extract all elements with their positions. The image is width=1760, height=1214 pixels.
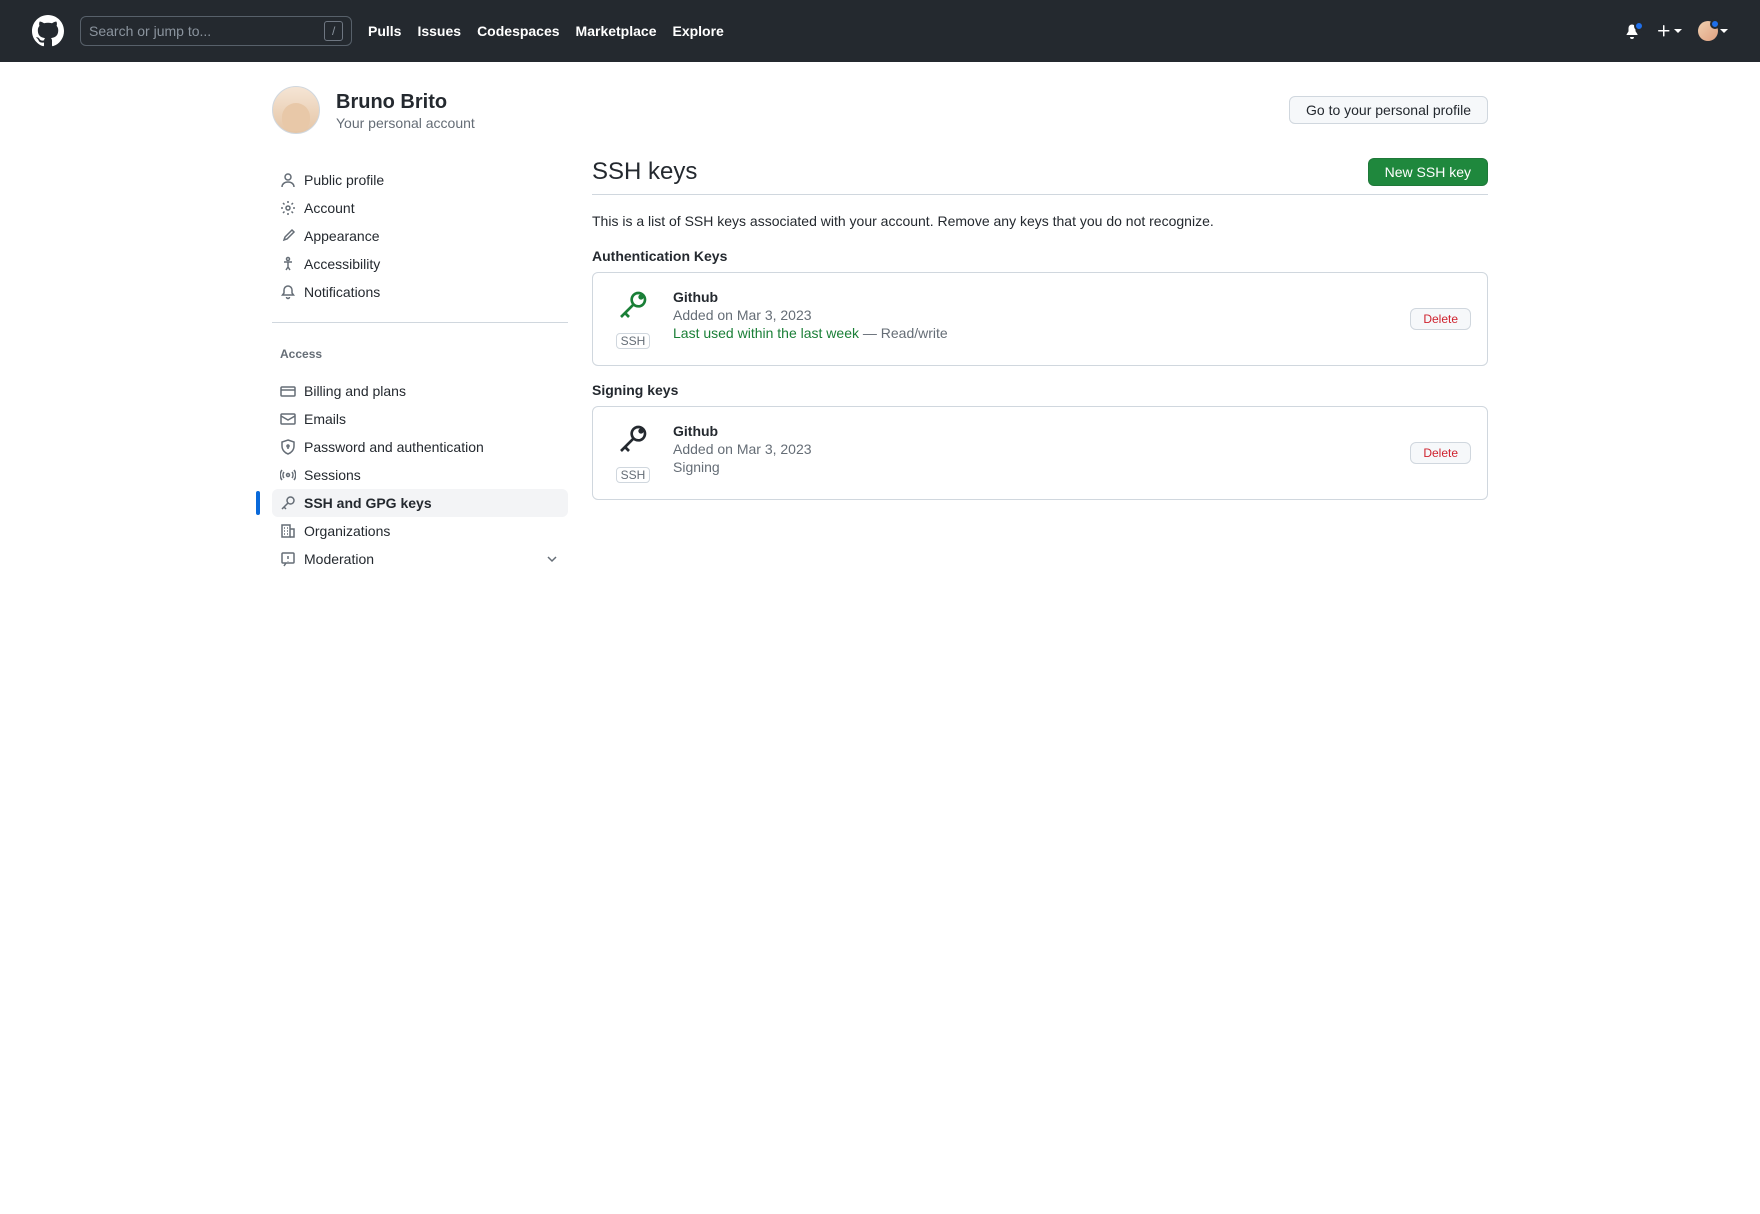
sidebar-item-password[interactable]: Password and authentication — [272, 433, 568, 461]
github-logo-icon[interactable] — [32, 15, 64, 47]
profile-avatar[interactable] — [272, 86, 320, 134]
search-slash-hint: / — [324, 21, 343, 41]
sidebar-item-label: Moderation — [304, 551, 374, 567]
notifications-button[interactable] — [1624, 23, 1640, 39]
organization-icon — [280, 523, 296, 539]
create-menu[interactable] — [1656, 23, 1682, 39]
sidebar-heading-access: Access — [272, 331, 568, 369]
settings-sidebar: Public profile Account Appearance Access… — [272, 158, 568, 581]
gear-icon — [280, 200, 296, 216]
nav-explore[interactable]: Explore — [672, 23, 723, 39]
search-input[interactable] — [89, 23, 324, 39]
key-name: Github — [673, 289, 1394, 305]
sidebar-item-label: Password and authentication — [304, 439, 484, 455]
sidebar-item-notifications[interactable]: Notifications — [272, 278, 568, 306]
sidebar-item-organizations[interactable]: Organizations — [272, 517, 568, 545]
bell-icon — [280, 284, 296, 300]
key-type: Signing — [673, 459, 1394, 475]
page-title: SSH keys — [592, 158, 697, 186]
search-box[interactable]: / — [80, 16, 352, 46]
section-description: This is a list of SSH keys associated wi… — [592, 211, 1488, 232]
auth-keys-heading: Authentication Keys — [592, 248, 1488, 264]
key-icon — [617, 289, 649, 321]
ssh-badge: SSH — [616, 467, 651, 483]
status-dot — [1710, 19, 1720, 29]
paintbrush-icon — [280, 228, 296, 244]
key-added-date: Added on Mar 3, 2023 — [673, 441, 1394, 457]
profile-name: Bruno Brito — [336, 90, 475, 115]
signing-keys-heading: Signing keys — [592, 382, 1488, 398]
sidebar-item-emails[interactable]: Emails — [272, 405, 568, 433]
new-ssh-key-button[interactable]: New SSH key — [1368, 158, 1488, 186]
accessibility-icon — [280, 256, 296, 272]
sidebar-item-label: Appearance — [304, 228, 380, 244]
sidebar-item-label: Organizations — [304, 523, 390, 539]
key-last-used: Last used within the last week — [673, 325, 859, 341]
sidebar-item-label: Account — [304, 200, 355, 216]
sidebar-item-billing[interactable]: Billing and plans — [272, 377, 568, 405]
go-to-profile-button[interactable]: Go to your personal profile — [1289, 96, 1488, 124]
nav-codespaces[interactable]: Codespaces — [477, 23, 559, 39]
sidebar-item-label: Billing and plans — [304, 383, 406, 399]
delete-key-button[interactable]: Delete — [1410, 308, 1471, 330]
key-added-date: Added on Mar 3, 2023 — [673, 307, 1394, 323]
avatar — [1698, 21, 1718, 41]
report-icon — [280, 551, 296, 567]
primary-nav: Pulls Issues Codespaces Marketplace Expl… — [368, 23, 724, 39]
profile-header: Bruno Brito Your personal account Go to … — [272, 86, 1488, 134]
person-icon — [280, 172, 296, 188]
main-content: SSH keys New SSH key This is a list of S… — [592, 158, 1488, 581]
credit-card-icon — [280, 383, 296, 399]
sidebar-item-label: Accessibility — [304, 256, 380, 272]
broadcast-icon — [280, 467, 296, 483]
nav-issues[interactable]: Issues — [417, 23, 461, 39]
chevron-down-icon — [544, 551, 560, 567]
caret-down-icon — [1674, 29, 1682, 33]
mail-icon — [280, 411, 296, 427]
ssh-badge: SSH — [616, 333, 651, 349]
profile-subtitle: Your personal account — [336, 115, 475, 131]
key-icon — [617, 423, 649, 455]
user-menu[interactable] — [1698, 21, 1728, 41]
sidebar-item-sessions[interactable]: Sessions — [272, 461, 568, 489]
sidebar-item-appearance[interactable]: Appearance — [272, 222, 568, 250]
sidebar-item-label: Public profile — [304, 172, 384, 188]
ssh-key-row: SSH Github Added on Mar 3, 2023 Last use… — [592, 272, 1488, 366]
sidebar-item-account[interactable]: Account — [272, 194, 568, 222]
ssh-key-row: SSH Github Added on Mar 3, 2023 Signing … — [592, 406, 1488, 500]
global-header: / Pulls Issues Codespaces Marketplace Ex… — [0, 0, 1760, 62]
sidebar-item-label: SSH and GPG keys — [304, 495, 432, 511]
plus-icon — [1656, 23, 1672, 39]
caret-down-icon — [1720, 29, 1728, 33]
sidebar-item-label: Notifications — [304, 284, 380, 300]
sidebar-item-label: Emails — [304, 411, 346, 427]
key-access-level: — Read/write — [859, 325, 948, 341]
sidebar-item-label: Sessions — [304, 467, 361, 483]
delete-key-button[interactable]: Delete — [1410, 442, 1471, 464]
nav-marketplace[interactable]: Marketplace — [576, 23, 657, 39]
sidebar-item-moderation[interactable]: Moderation — [272, 545, 568, 573]
unread-dot — [1634, 21, 1644, 31]
sidebar-item-accessibility[interactable]: Accessibility — [272, 250, 568, 278]
shield-lock-icon — [280, 439, 296, 455]
key-name: Github — [673, 423, 1394, 439]
sidebar-item-ssh-keys[interactable]: SSH and GPG keys — [272, 489, 568, 517]
key-icon — [280, 495, 296, 511]
nav-pulls[interactable]: Pulls — [368, 23, 401, 39]
sidebar-item-public-profile[interactable]: Public profile — [272, 166, 568, 194]
